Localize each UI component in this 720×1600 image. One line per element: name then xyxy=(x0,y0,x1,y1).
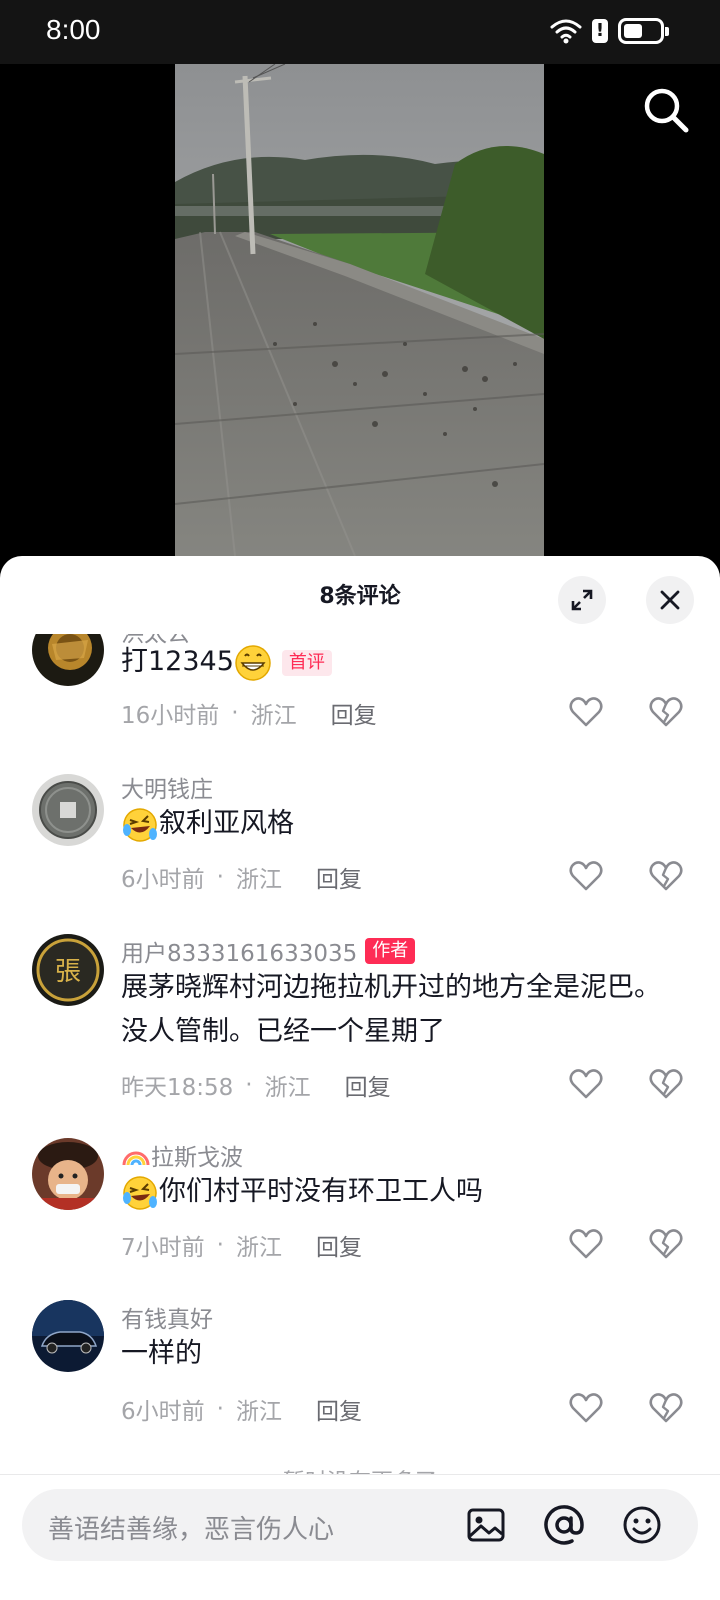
emoji-smiley-icon[interactable] xyxy=(620,1503,664,1547)
comment-location: 浙江 xyxy=(264,1075,311,1101)
sheet-header: 8条评论 xyxy=(0,556,720,634)
status-bar: 8:00 ! xyxy=(0,0,720,64)
dislike-broken-heart-icon[interactable] xyxy=(648,1390,684,1426)
video-area[interactable] xyxy=(0,64,720,564)
meta-separator: · xyxy=(216,864,224,890)
alert-icon: ! xyxy=(592,19,608,43)
dislike-broken-heart-icon[interactable] xyxy=(648,1226,684,1262)
svg-text:張: 張 xyxy=(55,957,81,987)
comment-location: 浙江 xyxy=(235,867,282,893)
status-icons: ! xyxy=(550,18,669,44)
comment-input-placeholder: 善语结善缘，恶言伤人心 xyxy=(48,1515,335,1545)
dislike-broken-heart-icon[interactable] xyxy=(648,1066,684,1102)
dislike-broken-heart-icon[interactable] xyxy=(648,858,684,894)
meta-separator: · xyxy=(216,1396,224,1422)
rainbow-icon xyxy=(122,1151,150,1166)
comment-sheet: 8条评论 洪太公 打12345 首评 16小时前 · 浙江 回复 大明钱庄 叙利… xyxy=(0,556,720,1600)
comment-meta: 16小时前 · 浙江 回复 xyxy=(121,696,377,730)
comment-location: 浙江 xyxy=(250,703,297,729)
avatar[interactable] xyxy=(32,634,104,686)
comment-time: 7小时前 xyxy=(121,1235,205,1261)
laughing-crying-emoji-icon xyxy=(123,1175,157,1210)
meta-separator: · xyxy=(231,700,239,726)
comment-meta: 6小时前 · 浙江 回复 xyxy=(121,860,362,894)
comment-text: 展茅晓辉村河边拖拉机开过的地方全是泥巴。没人管制。已经一个星期了 xyxy=(121,972,661,1047)
search-icon[interactable] xyxy=(640,84,692,136)
status-time: 8:00 xyxy=(46,14,101,45)
comment-username[interactable]: 拉斯戈波 xyxy=(121,1138,243,1172)
reply-button[interactable]: 回复 xyxy=(316,1392,362,1426)
comment-time: 6小时前 xyxy=(121,1399,205,1425)
like-heart-icon[interactable] xyxy=(568,1390,604,1426)
reply-button[interactable]: 回复 xyxy=(316,860,362,894)
comment-list[interactable]: 洪太公 打12345 首评 16小时前 · 浙江 回复 大明钱庄 叙利亚风格 6… xyxy=(0,634,720,1534)
comment-input-bar: 善语结善缘，恶言伤人心 xyxy=(0,1474,720,1600)
comment-location: 浙江 xyxy=(235,1399,282,1425)
first-comment-badge: 首评 xyxy=(281,649,332,676)
grinning-emoji-icon xyxy=(235,644,271,681)
mention-icon[interactable] xyxy=(542,1503,586,1547)
comment-username[interactable]: 用户8333161633035 作者 xyxy=(121,934,416,968)
like-heart-icon[interactable] xyxy=(568,1226,604,1262)
avatar[interactable] xyxy=(32,1300,104,1372)
image-icon[interactable] xyxy=(464,1503,508,1547)
expand-button[interactable] xyxy=(558,576,606,624)
comment-time: 昨天18:58 xyxy=(121,1075,234,1101)
comment-location: 浙江 xyxy=(235,1235,282,1261)
meta-separator: · xyxy=(245,1072,253,1098)
comment-username[interactable]: 大明钱庄 xyxy=(121,770,213,804)
comment-meta: 6小时前 · 浙江 回复 xyxy=(121,1392,362,1426)
author-badge: 作者 xyxy=(365,938,416,964)
close-button[interactable] xyxy=(646,576,694,624)
avatar[interactable] xyxy=(32,1138,104,1210)
comment-count-title: 8条评论 xyxy=(319,584,401,609)
avatar[interactable]: 張 xyxy=(32,934,104,1006)
reply-button[interactable]: 回复 xyxy=(331,696,377,730)
like-heart-icon[interactable] xyxy=(568,1066,604,1102)
reply-button[interactable]: 回复 xyxy=(345,1068,391,1102)
video-image xyxy=(175,64,544,556)
laughing-crying-emoji-icon xyxy=(123,807,157,842)
close-icon xyxy=(660,590,680,610)
comment-meta: 昨天18:58 · 浙江 回复 xyxy=(121,1068,391,1102)
comment-username[interactable]: 有钱真好 xyxy=(121,1300,213,1334)
wifi-icon xyxy=(550,19,582,44)
avatar[interactable] xyxy=(32,774,104,846)
reply-button[interactable]: 回复 xyxy=(316,1228,362,1262)
comment-text: 一样的 xyxy=(121,1338,202,1369)
comment-text: 你们村平时没有环卫工人吗 xyxy=(121,1170,681,1214)
comment-text: 打12345 首评 xyxy=(121,640,681,684)
video-frame[interactable] xyxy=(175,64,544,556)
comment-time: 16小时前 xyxy=(121,703,220,729)
expand-icon xyxy=(571,589,593,611)
meta-separator: · xyxy=(216,1232,224,1258)
comment-input[interactable]: 善语结善缘，恶言伤人心 xyxy=(22,1489,698,1561)
like-heart-icon[interactable] xyxy=(568,858,604,894)
comment-time: 6小时前 xyxy=(121,867,205,893)
comment-text: 叙利亚风格 xyxy=(121,802,681,846)
comment-meta: 7小时前 · 浙江 回复 xyxy=(121,1228,362,1262)
like-heart-icon[interactable] xyxy=(568,694,604,730)
dislike-broken-heart-icon[interactable] xyxy=(648,694,684,730)
battery-icon xyxy=(618,18,669,44)
